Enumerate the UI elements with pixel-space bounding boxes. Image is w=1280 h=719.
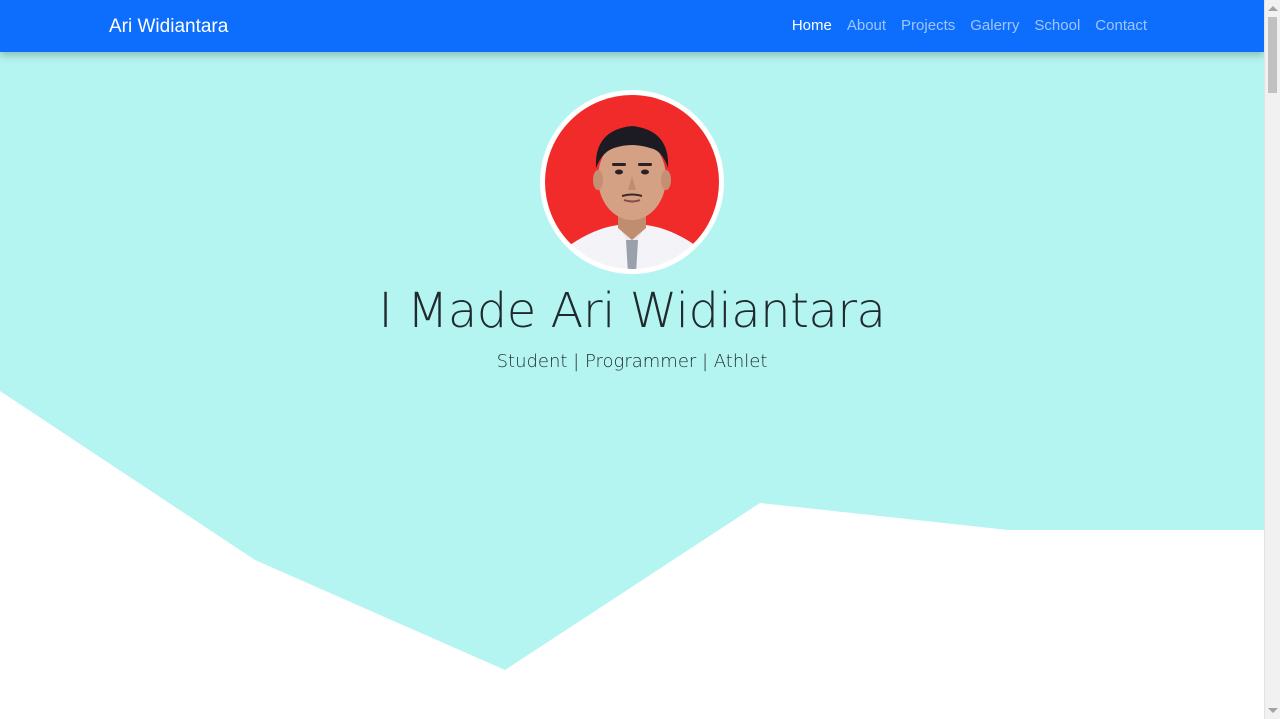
nav-item-galerry[interactable]: Galerry [970, 17, 1019, 34]
navbar-brand[interactable]: Ari Widiantara [109, 15, 228, 39]
nav-item-projects[interactable]: Projects [901, 17, 955, 34]
scrollbar-thumb[interactable] [1268, 17, 1277, 93]
nav-item-contact[interactable]: Contact [1095, 17, 1147, 34]
nav-item-home[interactable]: Home [792, 17, 832, 34]
top-navbar: Ari Widiantara Home About Projects Galer… [0, 0, 1264, 52]
scroll-down-arrow-icon[interactable] [1268, 708, 1278, 713]
vertical-scrollbar[interactable] [1264, 0, 1280, 719]
page-viewport: Ari Widiantara Home About Projects Galer… [0, 0, 1264, 719]
hero-tagline: Student | Programmer | Athlet [496, 351, 768, 372]
scroll-up-arrow-icon[interactable] [1268, 6, 1278, 11]
hero-name: I Made Ari Widiantara [378, 283, 886, 339]
nav-menu: Home About Projects Galerry School Conta… [792, 16, 1147, 36]
nav-item-about[interactable]: About [847, 17, 886, 34]
profile-photo-icon [541, 91, 723, 273]
profile-photo [540, 90, 724, 274]
nav-item-school[interactable]: School [1034, 17, 1080, 34]
